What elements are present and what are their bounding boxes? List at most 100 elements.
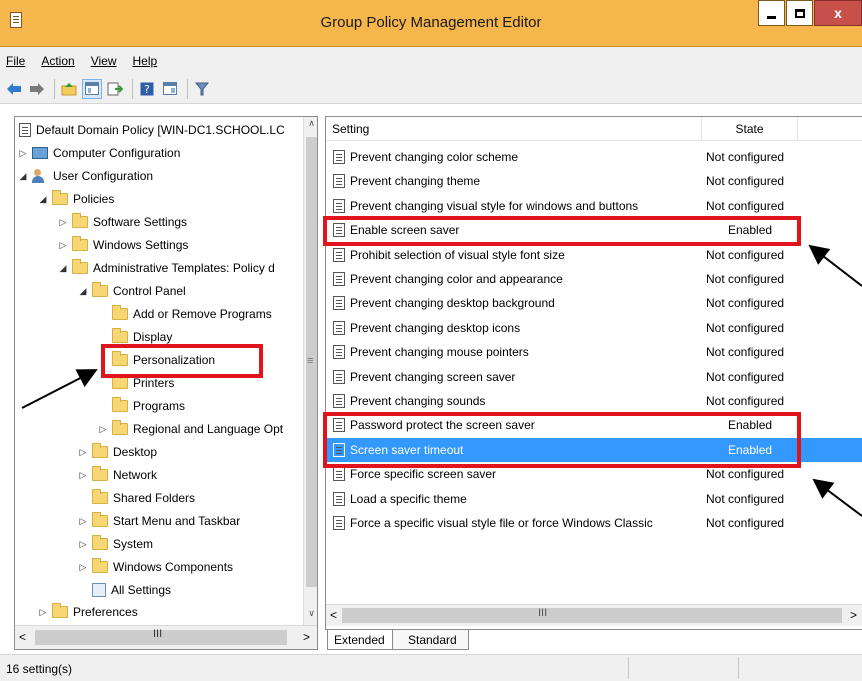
setting-label: Force a specific visual style file or fo…	[350, 516, 653, 530]
tree-node-preferences[interactable]: ▷ Preferences	[37, 601, 138, 623]
table-row[interactable]: Prevent changing desktop icons Not config…	[326, 316, 862, 340]
collapse-icon[interactable]: ◢	[17, 171, 29, 182]
minimize-button[interactable]	[758, 0, 785, 26]
expand-icon[interactable]: ▷	[77, 516, 89, 527]
up-folder-icon[interactable]	[59, 79, 79, 99]
tree-node-root[interactable]: Default Domain Policy [WIN-DC1.SCHOOL.LC	[17, 119, 285, 141]
setting-state: Not configured	[706, 272, 785, 286]
table-row[interactable]: Prevent changing color scheme Not configu…	[326, 145, 862, 169]
tab-standard[interactable]: Standard	[389, 630, 469, 650]
column-header-state[interactable]: State	[702, 117, 798, 141]
expand-icon[interactable]: ▷	[77, 562, 89, 573]
tree-node-system[interactable]: ▷ System	[77, 533, 153, 555]
expand-icon[interactable]: ▷	[77, 470, 89, 481]
tree-node-control-panel[interactable]: ◢ Control Panel	[77, 280, 186, 302]
tree-node-label: Policies	[73, 192, 115, 206]
table-row[interactable]: Prevent changing desktop background Not c…	[326, 291, 862, 315]
menu-file[interactable]: File	[0, 54, 33, 68]
folder-icon	[52, 190, 68, 205]
table-row[interactable]: Force a specific visual style file or fo…	[326, 511, 862, 535]
menu-view[interactable]: View	[83, 54, 125, 68]
view-tabs: Standard Extended	[325, 630, 862, 652]
tree-node-administrative-templates[interactable]: ◢ Administrative Templates: Policy d	[57, 257, 275, 279]
policy-setting-icon	[333, 394, 345, 408]
policy-setting-icon	[333, 198, 345, 213]
tree-node-add-remove-programs[interactable]: Add or Remove Programs	[109, 303, 272, 325]
close-button[interactable]: x	[814, 0, 862, 26]
expand-icon[interactable]: ▷	[57, 217, 69, 228]
column-header-setting[interactable]: Setting	[326, 117, 702, 141]
tree-node-network[interactable]: ▷ Network	[77, 464, 157, 486]
setting-name: Prevent changing desktop icons	[331, 320, 520, 335]
status-text: 16 setting(s)	[6, 662, 73, 676]
status-bar: 16 setting(s)	[0, 654, 862, 681]
table-row[interactable]: Prevent changing mouse pointers Not confi…	[326, 340, 862, 364]
tree-horizontal-scrollbar[interactable]: < III >	[15, 625, 317, 649]
table-row[interactable]: Prevent changing theme Not configured	[326, 169, 862, 193]
table-row[interactable]: Prevent changing screen saver Not configu…	[326, 365, 862, 389]
scroll-right-icon[interactable]: >	[850, 608, 857, 622]
scroll-right-icon[interactable]: >	[303, 630, 310, 644]
menu-help[interactable]: Help	[125, 54, 166, 68]
setting-state: Not configured	[706, 491, 785, 506]
tree-vertical-scrollbar[interactable]: ∧ ≡ ∨	[303, 117, 317, 625]
table-row[interactable]: Prevent changing visual style for window…	[326, 194, 862, 218]
setting-label: Force specific screen saver	[350, 467, 497, 482]
setting-state: Not configured	[706, 345, 785, 360]
expand-icon[interactable]: ▷	[37, 607, 49, 618]
tree-node-windows-settings[interactable]: ▷ Windows Settings	[57, 234, 188, 256]
setting-state: Not configured	[706, 174, 785, 189]
setting-label: Prevent changing desktop background	[350, 296, 555, 311]
table-row[interactable]: Prohibit selection of visual style font …	[326, 243, 862, 267]
collapse-icon[interactable]: ◢	[37, 194, 49, 205]
tree-node-policies[interactable]: ◢ Policies	[37, 188, 114, 210]
expand-icon[interactable]: ▷	[77, 447, 89, 458]
tab-extended[interactable]: Extended	[327, 630, 393, 650]
setting-name: Force a specific visual style file or fo…	[331, 516, 653, 530]
tree-node-all-settings[interactable]: All Settings	[89, 579, 171, 601]
tree-node-regional-language[interactable]: ▷ Regional and Language Opt	[97, 418, 283, 440]
tree-node-software-settings[interactable]: ▷ Software Settings	[57, 211, 187, 233]
scroll-up-icon[interactable]: ∧	[304, 118, 317, 134]
expand-icon[interactable]: ▷	[77, 539, 89, 550]
scroll-left-icon[interactable]: <	[19, 630, 26, 644]
tree-node-shared-folders[interactable]: Shared Folders	[89, 487, 195, 509]
toolbar-separator	[54, 78, 55, 99]
annotation-box-password-timeout	[323, 412, 801, 468]
forward-arrow-icon[interactable]	[27, 79, 47, 99]
menu-action[interactable]: Action	[33, 54, 82, 68]
setting-state: Not configured	[706, 516, 785, 530]
expand-icon[interactable]: ▷	[57, 240, 69, 251]
table-row[interactable]: Load a specific theme Not configured	[326, 487, 862, 511]
expand-icon[interactable]: ▷	[97, 424, 109, 435]
tree-node-programs[interactable]: Programs	[109, 395, 185, 417]
folder-icon	[92, 282, 108, 297]
tree-node-windows-components[interactable]: ▷ Windows Components	[77, 556, 233, 578]
scroll-left-icon[interactable]: <	[330, 608, 337, 622]
annotation-box-enable-screen-saver	[323, 216, 801, 246]
tree-node-label: Desktop	[113, 445, 158, 459]
scroll-down-icon[interactable]: ∨	[304, 608, 317, 624]
setting-label: Prevent changing visual style for window…	[350, 198, 639, 213]
expand-icon[interactable]: ▷	[17, 148, 29, 159]
tree-node-desktop[interactable]: ▷ Desktop	[77, 441, 157, 463]
help-icon[interactable]: ?	[137, 79, 157, 99]
scroll-thumb[interactable]	[342, 608, 842, 623]
folder-icon	[72, 213, 88, 228]
tree-node-start-menu-taskbar[interactable]: ▷ Start Menu and Taskbar	[77, 510, 240, 532]
show-hide-tree-icon[interactable]	[82, 78, 102, 99]
collapse-icon[interactable]: ◢	[57, 263, 69, 274]
back-arrow-icon[interactable]	[4, 79, 24, 99]
filter-icon[interactable]	[192, 79, 212, 99]
close-icon: x	[834, 5, 842, 21]
properties-icon[interactable]	[160, 79, 180, 99]
list-horizontal-scrollbar[interactable]: < III >	[326, 604, 862, 626]
table-row[interactable]: Prevent changing color and appearance Not…	[326, 267, 862, 291]
collapse-icon[interactable]: ◢	[77, 286, 89, 297]
export-list-icon[interactable]	[105, 79, 125, 99]
tree-node-user-configuration[interactable]: ◢ User Configuration	[17, 165, 153, 187]
maximize-button[interactable]	[786, 0, 813, 26]
setting-label: Prevent changing color scheme	[350, 150, 519, 164]
table-row[interactable]: Prevent changing sounds Not configured	[326, 389, 862, 413]
tree-node-computer-configuration[interactable]: ▷ Computer Configuration	[17, 142, 181, 164]
